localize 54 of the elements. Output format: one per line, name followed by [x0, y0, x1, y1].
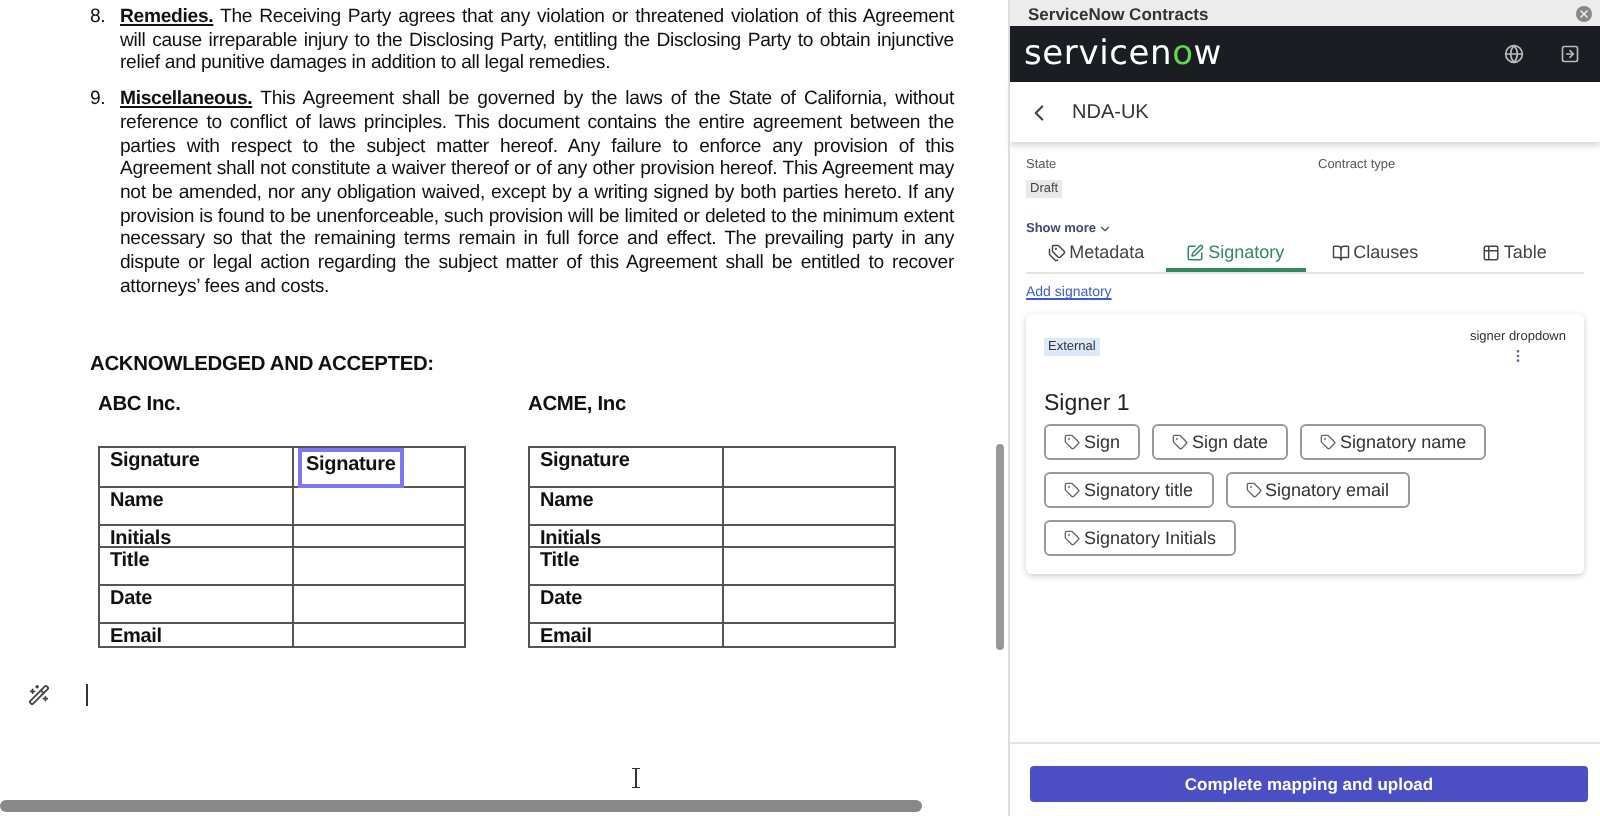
text-caret: [86, 683, 88, 706]
clause-paragraph: Miscellaneous. This Agreement shall be governed by the laws of the State of California, without reference to conflict of laws principles. This document contains the entire agreement between the parties with respect to the subject matter hereof. Any failure to enforce any provision of this Agreement shall not constitute a waiver thereof or of any other provision hereof. This Agreement may not be amended, nor any obligation waived, except by a writing signed by both parties hereto. If any provision is found to be unenforceable, such provision will be limited or deleted to the minimum extent necessary so that the remaining terms remain in full force and effect. The prevailing party in any dispute or legal action regarding the subject matter of this Agreement shall be entitled to recover attorneys’ fees and costs.: [120, 88, 954, 299]
complete-button[interactable]: Complete mapping and upload: [1030, 766, 1588, 802]
close-icon[interactable]: [1576, 5, 1592, 21]
magic-pen-icon[interactable]: [28, 683, 50, 706]
tags-icon: [1047, 243, 1066, 261]
table-icon: [1481, 243, 1500, 261]
party-name: ABC Inc.: [98, 394, 183, 418]
scrollbar-thumb[interactable]: [0, 800, 922, 812]
signer-title: Signer 1: [1044, 392, 1132, 416]
field-tag-button[interactable]: Sign date: [1152, 424, 1289, 460]
table-cell: Email: [100, 623, 294, 646]
tab[interactable]: Metadata: [1026, 236, 1166, 272]
table-cell: Initials: [100, 525, 294, 546]
table-cell: Signature: [530, 447, 724, 486]
clause-paragraph: Remedies. The Receiving Party agrees that any violation or threatened violation of this Agreement will cause irreparable injury to the Disclosing Party, entitling the Disclosing Party to obtain injunctive relief and punitive damages in addition to all legal remedies.: [120, 6, 954, 77]
tab[interactable]: Clauses: [1305, 236, 1445, 272]
clause-number: 8.: [90, 6, 108, 32]
clause-number: 9.: [90, 88, 108, 115]
tag-icon: [1064, 434, 1080, 450]
book-icon: [1331, 243, 1350, 261]
edit-icon: [1186, 243, 1205, 261]
tag-icon: [1172, 434, 1189, 450]
table-cell: Initials: [530, 525, 724, 546]
table-cell: Signature: [100, 447, 294, 486]
window-title: ServiceNow Contracts: [1028, 3, 1209, 23]
field-tag-button[interactable]: Sign: [1044, 424, 1141, 460]
cursor-icon: [630, 768, 646, 794]
field-tag-button[interactable]: Signatory title: [1044, 472, 1214, 508]
tab[interactable]: Table: [1444, 236, 1584, 272]
logo: servicenow: [1024, 34, 1222, 74]
field-tag-button[interactable]: Signatory name: [1300, 424, 1487, 460]
record-title: NDA-UK: [1072, 101, 1149, 123]
export-icon[interactable]: [1560, 44, 1580, 64]
table-cell: Date: [530, 585, 724, 622]
field-tag-button[interactable]: Signatory Initials: [1044, 520, 1237, 556]
scrollbar-thumb[interactable]: [996, 444, 1004, 650]
tab[interactable]: Signatory: [1165, 236, 1305, 272]
tag-icon: [1245, 482, 1262, 498]
tag-icon: [1320, 434, 1337, 450]
field-tag-button[interactable]: Signatory email: [1225, 472, 1410, 508]
signature-field[interactable]: Signature: [298, 447, 404, 488]
table-cell: Title: [530, 547, 724, 584]
tag-icon: [1064, 482, 1080, 498]
table-cell: Email: [530, 623, 724, 646]
globe-icon[interactable]: [1504, 44, 1524, 64]
table-cell: Name: [100, 487, 294, 524]
table-cell: Name: [530, 487, 724, 524]
tag-icon: [1064, 530, 1080, 546]
chevron-down-icon: [1098, 222, 1113, 236]
table-cell: Title: [100, 547, 294, 584]
party-name: ACME, Inc: [528, 394, 629, 418]
acknowledgement-heading: ACKNOWLEDGED AND ACCEPTED:: [90, 354, 436, 379]
table-cell: Date: [100, 585, 294, 622]
